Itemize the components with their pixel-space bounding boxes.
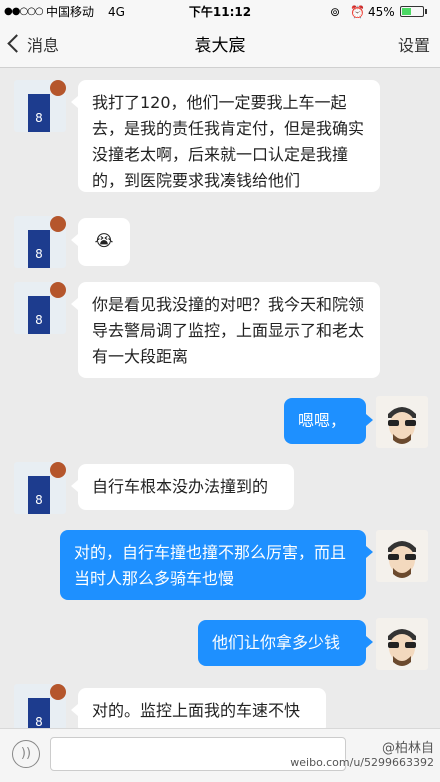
message-bubble-incoming[interactable]: 我打了120，他们一定要我上车一起去，是我的责任我肯定付，但是我确实没撞老太啊，… [71,80,380,192]
alarm-icon: ⏰ [350,5,365,19]
battery-icon [400,6,427,17]
message-bubble-incoming[interactable]: 😭 [71,218,130,266]
svg-text:8: 8 [35,111,43,125]
svg-text:8: 8 [35,313,43,327]
voice-input-button[interactable]: )) [12,740,40,768]
message-text: 对的，自行车撞也撞不那么厉害，而且当时人那么多骑车也慢 [74,543,347,588]
weibo-watermark: @柏林自 weibo.com/u/5299663392 [290,742,434,770]
contact-avatar[interactable]: 8 [14,80,66,132]
contact-avatar[interactable]: 8 [14,684,66,728]
message-bubble-outgoing[interactable]: 他们让你拿多少钱 [198,620,373,666]
message-text: 嗯嗯， [298,411,347,430]
orientation-lock-icon: ⊚ [330,5,341,19]
svg-text:8: 8 [35,493,43,507]
navigation-bar: 消息 袁大宸 设置 [0,24,440,68]
crying-emoji-icon: 😭 [94,231,114,250]
chat-title: 袁大宸 [194,36,246,56]
contact-avatar[interactable]: 8 [14,462,66,514]
message-text: 自行车根本没办法撞到的 [92,477,269,496]
watermark-user: @柏林自 [381,741,434,756]
voice-icon: )) [20,746,32,761]
contact-avatar[interactable]: 8 [14,216,66,268]
message-text: 我打了120，他们一定要我上车一起去，是我的责任我肯定付，但是我确实没撞老太啊，… [92,93,365,190]
contact-avatar[interactable]: 8 [14,282,66,334]
status-bar: ●●○○○ 中国移动 4G 下午11:12 ⊚ ⏰ 45% [0,0,440,24]
message-text: 对的。监控上面我的车速不快 [92,701,301,720]
my-avatar[interactable] [376,618,428,670]
message-bubble-incoming[interactable]: 对的。监控上面我的车速不快 [71,688,326,728]
message-bubble-outgoing[interactable]: 嗯嗯， [284,398,373,444]
battery-percent: 45% [368,5,395,19]
svg-text:8: 8 [35,715,43,728]
watermark-url: weibo.com/u/5299663392 [290,756,434,769]
message-text: 他们让你拿多少钱 [212,633,341,652]
message-bubble-incoming[interactable]: 你是看见我没撞的对吧？我今天和院领导去警局调了监控，上面显示了和老太有一大段距离 [71,282,380,378]
message-bubble-incoming[interactable]: 自行车根本没办法撞到的 [71,464,294,510]
my-avatar[interactable] [376,530,428,582]
chat-area[interactable]: 8 我打了120，他们一定要我上车一起去，是我的责任我肯定付，但是我确实没撞老太… [0,68,440,728]
my-avatar[interactable] [376,396,428,448]
message-bubble-outgoing[interactable]: 对的，自行车撞也撞不那么厉害，而且当时人那么多骑车也慢 [60,530,373,600]
svg-text:8: 8 [35,247,43,261]
settings-button[interactable]: 设置 [398,24,430,68]
message-text: 你是看见我没撞的对吧？我今天和院领导去警局调了监控，上面显示了和老太有一大段距离 [92,295,365,366]
